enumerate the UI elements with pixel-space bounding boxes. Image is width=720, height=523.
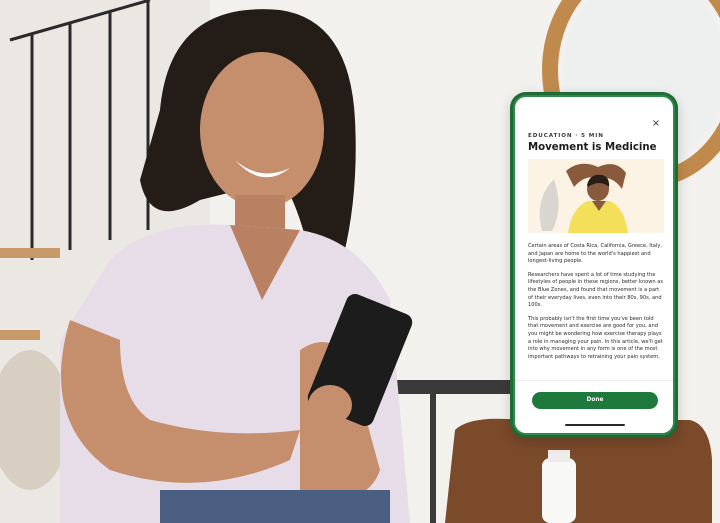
article-content: EDUCATION · 5 MIN Movement is Medicine C… [528,133,664,367]
article-paragraph-3: This probably isn't the first time you'v… [528,315,663,360]
close-icon[interactable]: × [649,117,663,131]
article-paragraph-2: Researchers have spent a lot of time stu… [528,271,663,309]
article-footer: Done [515,380,673,433]
done-button[interactable]: Done [532,392,658,409]
article-title: Movement is Medicine [528,142,657,153]
home-indicator [565,424,625,426]
article-eyebrow: EDUCATION · 5 MIN [528,133,604,139]
article-body: Certain areas of Costa Rica, California,… [528,243,664,361]
phone-screen: × EDUCATION · 5 MIN Movement is Medicine [513,95,675,435]
phone-mockup: × EDUCATION · 5 MIN Movement is Medicine [510,92,678,438]
article-paragraph-1: Certain areas of Costa Rica, California,… [528,243,662,265]
article-hero-illustration [528,159,664,233]
